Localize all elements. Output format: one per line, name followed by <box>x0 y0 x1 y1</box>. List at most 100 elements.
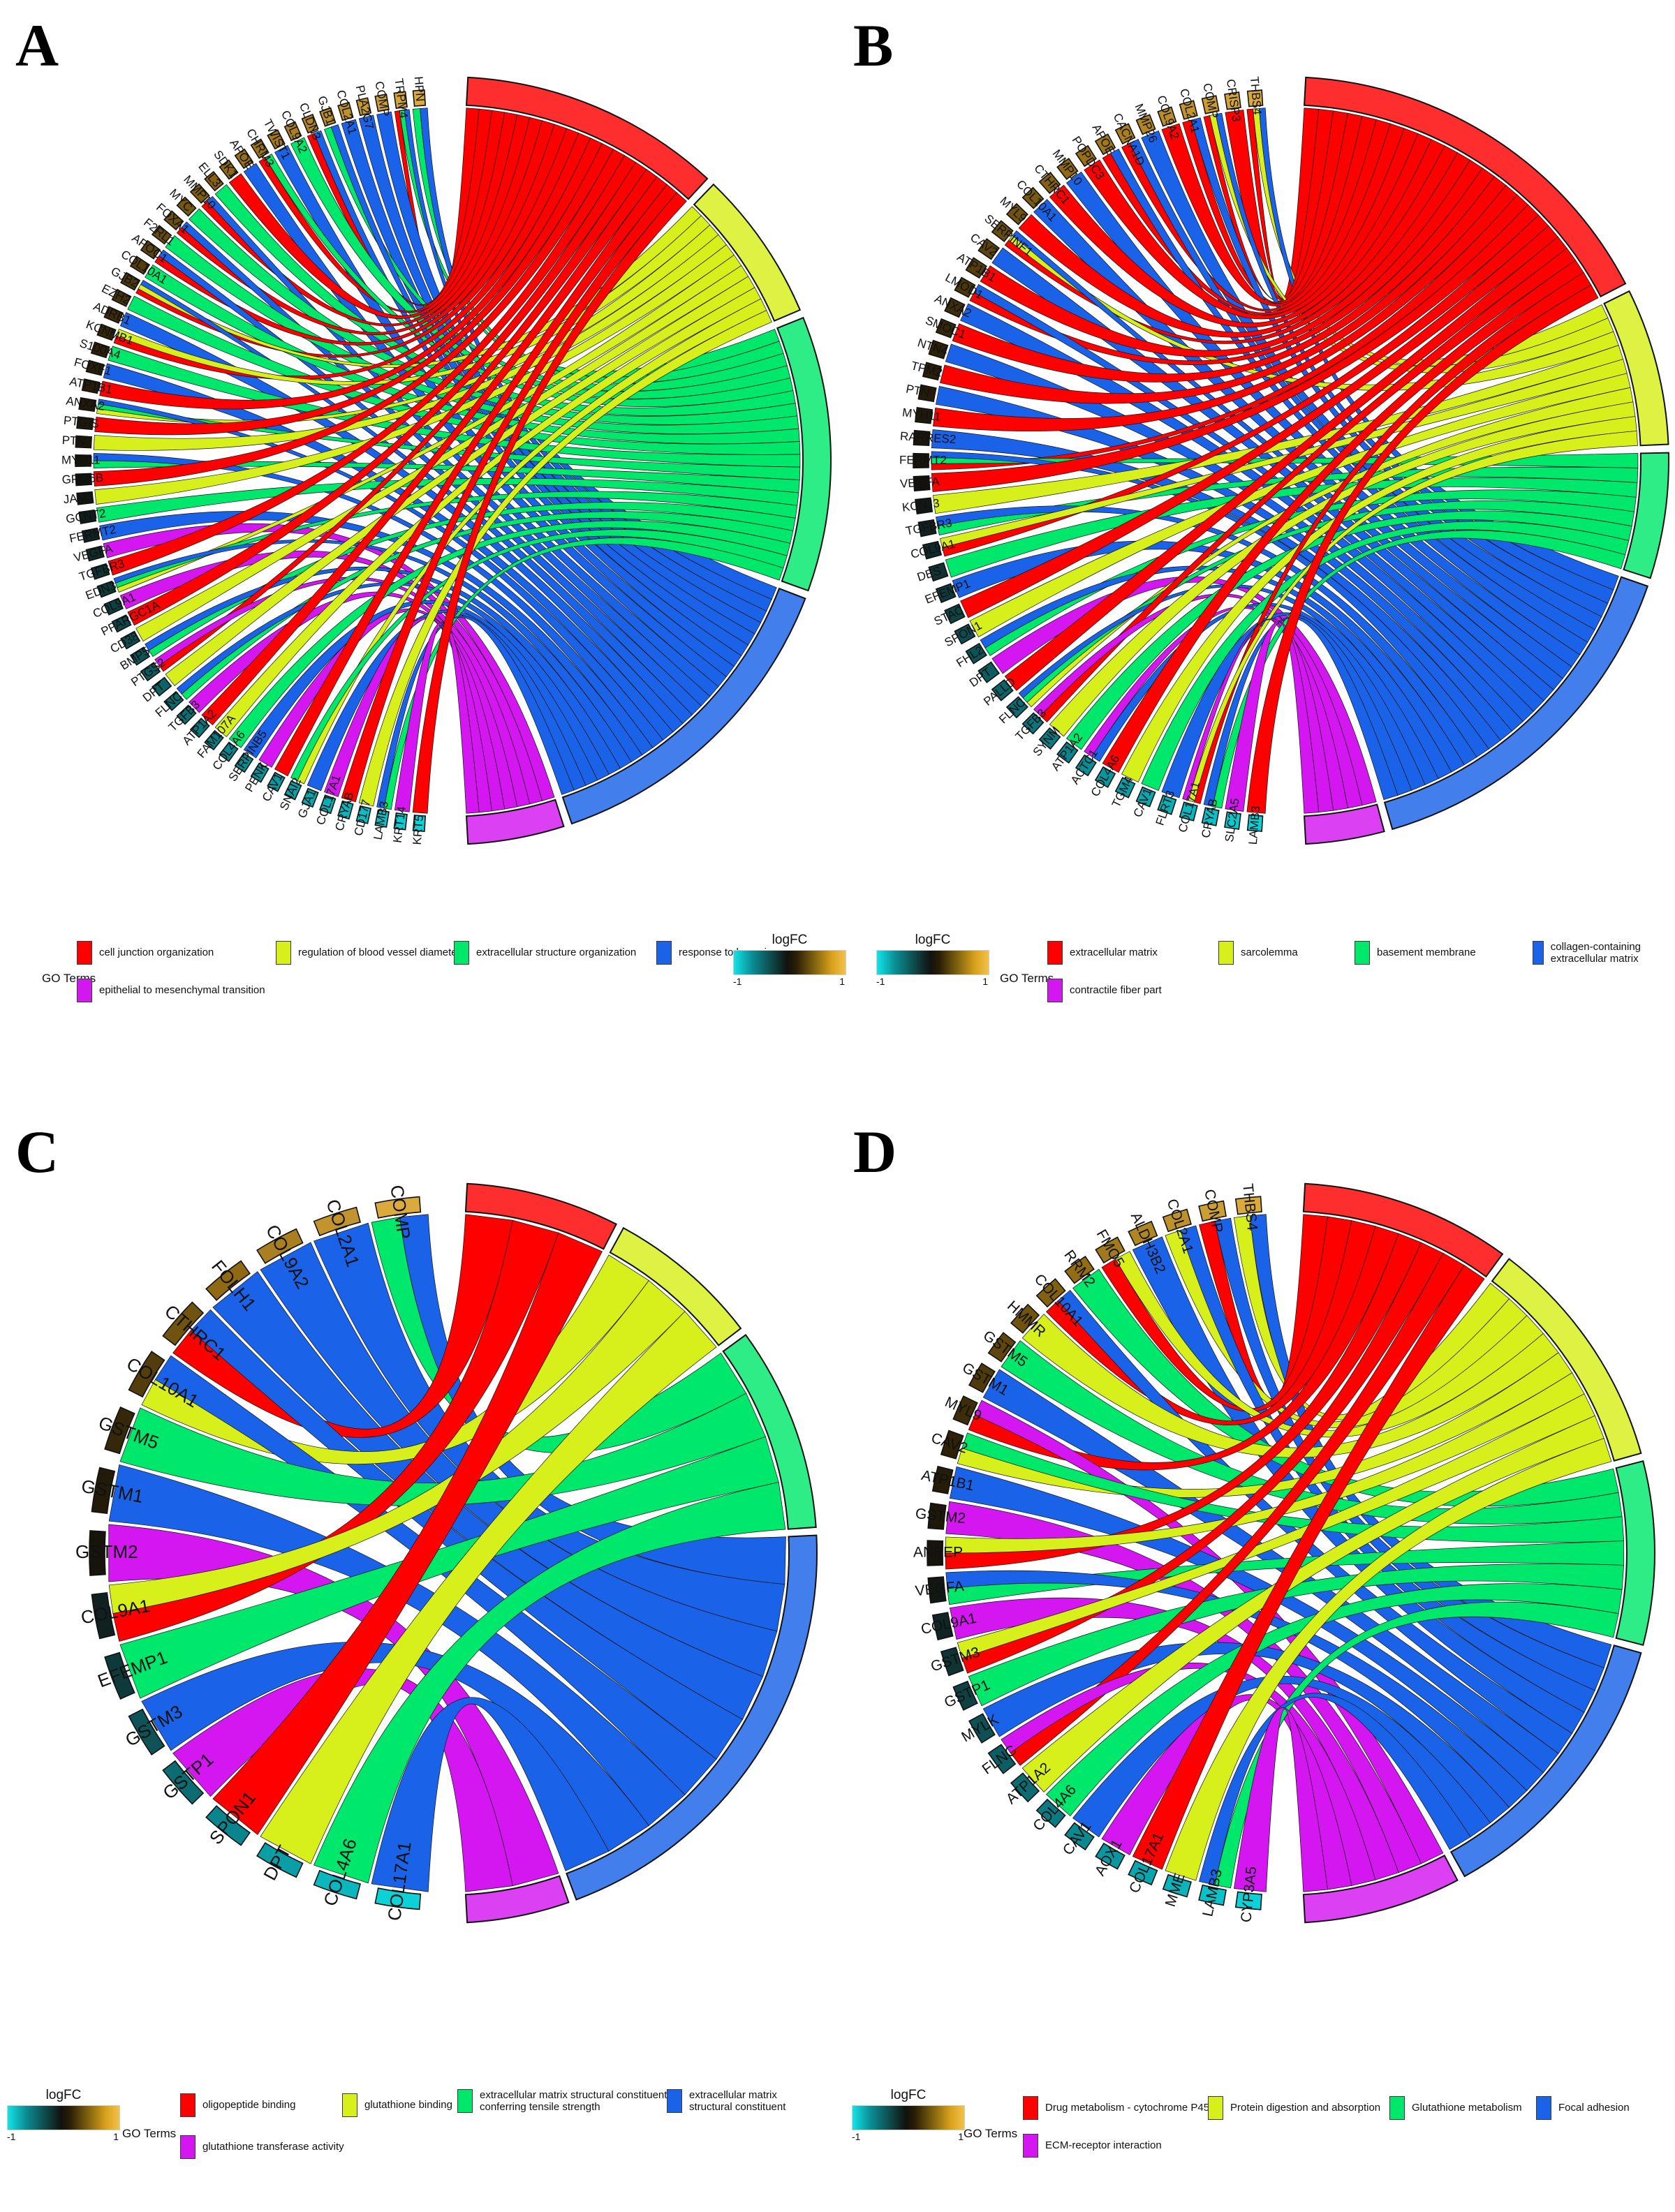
legend-item-label: glutathione binding <box>364 2099 452 2111</box>
gene-label: VEGFA <box>899 475 940 491</box>
logfc-min-tick: -1 <box>7 2131 16 2142</box>
legend-item-4[interactable]: Focal adhesion <box>1536 2096 1630 2120</box>
panel-a-chord-diagram: HPN TRPM4 COMP PLA2G7 COL2A1 GJB1 CLDN3 COL9A2 T… <box>0 0 837 935</box>
legend-color-swatch <box>454 941 469 965</box>
legend-item-1[interactable]: Drug metabolism - cytochrome P450 <box>1023 2096 1215 2120</box>
panel-d: D THBS4 COMP COL2A1 ALDH3B2 FMO5 RRM2 COL10A1 H… <box>838 1106 1675 2212</box>
legend-item-label: extracellular structure organization <box>476 947 637 959</box>
legend-item-2[interactable]: sarcolemma <box>1218 941 1298 965</box>
logfc-colorbar: logFC -1 1 <box>7 2088 120 2143</box>
panel-c-legend: GO Terms oligopeptide binding glutathione … <box>0 2084 837 2195</box>
legend-item-label: sarcolemma <box>1241 947 1298 959</box>
legend-color-swatch <box>1218 941 1234 965</box>
legend-item-1[interactable]: cell junction organization <box>77 941 214 965</box>
panel-d-legend: GO Terms Drug metabolism - cytochrome P45… <box>838 2084 1675 2195</box>
legend-color-swatch <box>457 2089 473 2114</box>
logfc-min-tick: -1 <box>876 976 885 987</box>
panel-c-chord-diagram: COMP COL2A1 COL9A2 FOLH1 CTHRC1 COL10A1 GSTM5 G… <box>0 1106 837 2042</box>
gene-label: LAMB3 <box>1246 806 1262 845</box>
panel-a-chord-svg: HPNTRPM4COMPPLA2G7COL2A1GJB1CLDN3COL9A2T… <box>61 76 832 845</box>
panel-d-chord-diagram: THBS4 COMP COL2A1 ALDH3B2 FMO5 RRM2 COL10A1 HMM… <box>838 1106 1675 2042</box>
gene-label: SMOC1 <box>924 313 968 341</box>
legend-color-swatch <box>1533 941 1544 965</box>
legend-item-label: regulation of blood vessel diameter <box>298 947 461 959</box>
gene-label: HPN <box>412 76 427 102</box>
legend-item-label: collagen-containing extracellular matrix <box>1550 941 1641 965</box>
gene-label: PTGIS <box>63 414 100 431</box>
logfc-colorbar: logFC -1 1 <box>733 933 846 988</box>
gene-label: JAM3 <box>63 490 94 506</box>
legend-color-swatch <box>276 941 291 965</box>
legend-color-swatch <box>1023 2096 1038 2120</box>
gene-label: CD177 <box>352 798 374 837</box>
gene-label: KRT14 <box>390 806 408 844</box>
logfc-title: logFC <box>915 933 951 947</box>
gene-label: MYH11 <box>61 453 100 466</box>
gene-label: ANXA2 <box>65 394 105 413</box>
panel-d-chord-svg: THBS4COMPCOL2A1ALDH3B2FMO5RRM2COL10A1HMM… <box>913 1183 1655 1923</box>
legend-color-swatch <box>1355 941 1370 965</box>
legend-item-label: oligopeptide binding <box>202 2099 296 2111</box>
gene-label: ANPEP <box>913 1545 963 1561</box>
gene-label: PTN <box>905 382 931 399</box>
legend-item-label: ECM-receptor interaction <box>1045 2139 1162 2152</box>
legend-color-swatch <box>77 941 92 965</box>
legend-item-5[interactable]: glutathione transferase activity <box>180 2135 344 2159</box>
logfc-gradient-bar <box>733 950 846 975</box>
logfc-title: logFC <box>772 933 808 947</box>
legend-item-label: contractile fiber part <box>1070 984 1162 997</box>
legend-color-swatch <box>1389 2096 1405 2120</box>
legend-item-label: Drug metabolism - cytochrome P450 <box>1045 2102 1216 2114</box>
legend-item-1[interactable]: extracellular matrix <box>1047 941 1158 965</box>
panel-b-legend: GO Terms extracellular matrix sarcolemma ba… <box>838 928 1675 1040</box>
gene-label: APOE <box>1089 122 1117 157</box>
legend-color-swatch <box>342 2093 357 2117</box>
gene-label: FERMT2 <box>899 453 947 466</box>
legend-item-3[interactable]: extracellular structure organization <box>454 941 636 965</box>
legend-item-label: Glutathione metabolism <box>1412 2102 1522 2114</box>
logfc-gradient-bar <box>876 950 989 975</box>
go-terms-legend-title: GO Terms <box>1000 972 1054 985</box>
legend-item-4[interactable]: collagen-containing extracellular matrix <box>1533 941 1675 965</box>
legend-item-label: basement membrane <box>1377 947 1476 959</box>
legend-item-1[interactable]: oligopeptide binding <box>180 2093 295 2117</box>
legend-color-swatch <box>180 2135 195 2159</box>
panel-c: C COMP COL2A1 COL9A2 FOLH1 CTHRC1 COL10A1 GSTM… <box>0 1106 837 2212</box>
gene-label: FOXF1 <box>73 355 113 378</box>
go-terms-legend-title: GO Terms <box>122 2127 177 2140</box>
legend-item-5[interactable]: contractile fiber part <box>1047 979 1162 1002</box>
legend-item-label: extracellular matrix structural constitu… <box>480 2089 667 2114</box>
legend-item-2[interactable]: glutathione binding <box>342 2093 452 2117</box>
legend-item-label: epithelial to mesenchymal transition <box>99 984 265 997</box>
legend-item-5[interactable]: ECM-receptor interaction <box>1023 2134 1162 2158</box>
panel-b: B THBS4 CRISP3 COMP COL2A1 COL9A2 MMP26 CACNA1… <box>838 0 1675 1106</box>
gene-label: GPM6B <box>61 471 103 487</box>
gene-label: DES <box>915 564 943 584</box>
legend-item-4[interactable]: extracellular matrix structural constitu… <box>667 2089 785 2114</box>
gene-label: GSTM2 <box>75 1541 138 1562</box>
legend-item-2[interactable]: regulation of blood vessel diameter <box>276 941 461 965</box>
legend-color-swatch <box>77 979 92 1002</box>
legend-color-swatch <box>1047 941 1063 965</box>
gene-label: KRT5 <box>411 815 426 845</box>
gene-label: RARRES2 <box>900 429 957 446</box>
legend-color-swatch <box>667 2089 682 2114</box>
logfc-min-tick: -1 <box>852 2131 861 2142</box>
legend-color-swatch <box>1208 2096 1223 2120</box>
legend-item-2[interactable]: Protein digestion and absorption <box>1208 2096 1380 2120</box>
gene-label: FHL2 <box>954 644 985 670</box>
logfc-gradient-bar <box>852 2105 965 2130</box>
gene-label: STAC <box>932 603 966 628</box>
legend-item-3[interactable]: extracellular matrix structural constitu… <box>457 2089 667 2114</box>
logfc-max-tick: 1 <box>982 976 988 987</box>
legend-color-swatch <box>656 941 672 965</box>
legend-item-label: extracellular matrix <box>1070 947 1158 959</box>
legend-item-label: Protein digestion and absorption <box>1230 2102 1381 2114</box>
logfc-colorbar: logFC -1 1 <box>852 2088 965 2143</box>
legend-item-3[interactable]: basement membrane <box>1355 941 1476 965</box>
gene-label: LAMB3 <box>371 800 391 840</box>
legend-item-3[interactable]: Glutathione metabolism <box>1389 2096 1522 2120</box>
legend-color-swatch <box>180 2093 195 2117</box>
logfc-min-tick: -1 <box>733 976 742 987</box>
legend-item-5[interactable]: epithelial to mesenchymal transition <box>77 979 265 1002</box>
